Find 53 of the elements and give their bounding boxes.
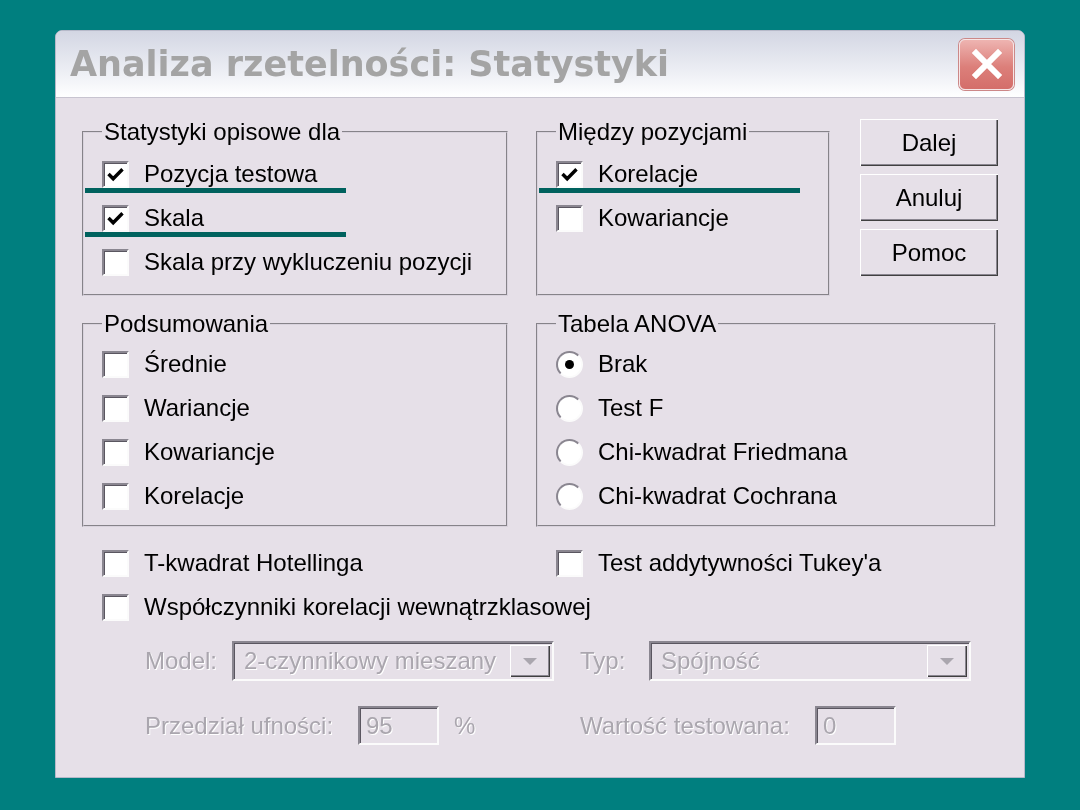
caret-icon [523, 657, 537, 665]
checkbox[interactable] [102, 482, 129, 510]
checkbox-label: Korelacje [144, 482, 245, 510]
checkbox-label: Średnie [144, 350, 227, 378]
checkbox[interactable] [102, 204, 129, 232]
radio-button[interactable] [556, 350, 583, 378]
checkbox[interactable] [102, 160, 129, 188]
field-label: Typ: [580, 647, 626, 675]
close-button[interactable] [959, 38, 1014, 90]
checkbox[interactable] [102, 394, 129, 422]
checkbox-label: Kowariancje [144, 438, 275, 466]
checkbox-label: Test addytywności Tukey'a [598, 549, 882, 577]
checkbox[interactable] [556, 160, 583, 188]
radio-button[interactable] [556, 482, 583, 510]
radio-button[interactable] [556, 394, 583, 422]
window-title: Analiza rzetelności: Statystyki [70, 44, 670, 84]
radio-button[interactable] [556, 438, 583, 466]
checkbox-label: Współczynniki korelacji wewnątrzklasowej [144, 593, 591, 621]
checkbox[interactable] [102, 438, 129, 466]
checkbox-label: T-kwadrat Hotellinga [144, 549, 363, 577]
checkbox-label: Korelacje [598, 160, 699, 188]
checkbox-label: Skala przy wykluczeniu pozycji [144, 248, 473, 276]
checkbox-label: Kowariancje [598, 204, 729, 232]
group-title: Statystyki opisowe dla [103, 119, 342, 145]
group-title: Tabela ANOVA [557, 311, 718, 337]
checkbox[interactable] [102, 350, 129, 378]
checkbox[interactable] [102, 549, 129, 577]
check-icon [107, 210, 124, 226]
checkbox-label: Skala [144, 204, 205, 232]
caret-icon [940, 657, 954, 665]
check-icon [107, 166, 124, 182]
field-label: Przedział ufności: [145, 711, 334, 740]
radio-label: Chi-kwadrat Cochrana [598, 482, 837, 510]
checkbox[interactable] [102, 593, 129, 621]
group-title: Między pozycjami [557, 119, 749, 145]
checkbox[interactable] [556, 549, 583, 577]
unit-label: % [454, 711, 476, 740]
field-label: Model: [145, 647, 218, 675]
checkbox-label: Wariancje [144, 394, 250, 422]
radio-label: Chi-kwadrat Friedmana [598, 438, 848, 466]
radio-label: Brak [598, 350, 648, 378]
radio-dot-icon [565, 359, 574, 369]
dialog-button[interactable]: Dalej [860, 119, 998, 166]
checkbox-label: Pozycja testowa [144, 160, 318, 188]
group-title: Podsumowania [103, 311, 270, 337]
checkbox[interactable] [556, 204, 583, 232]
checkbox[interactable] [102, 248, 129, 276]
radio-label: Test F [598, 394, 664, 422]
dialog-button[interactable]: Anuluj [860, 174, 998, 221]
check-icon [561, 166, 578, 182]
close-icon [971, 49, 1002, 79]
dialog-button[interactable]: Pomoc [860, 229, 998, 276]
field-label: Wartość testowana: [580, 711, 790, 740]
